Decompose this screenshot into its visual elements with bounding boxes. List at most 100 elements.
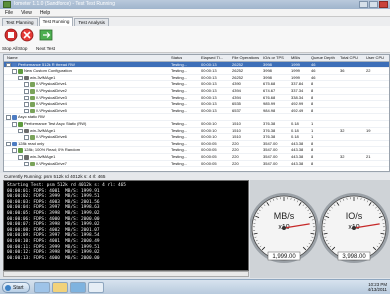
column-header[interactable]: User CPU bbox=[366, 55, 384, 62]
cell-ops: 220 bbox=[232, 154, 239, 159]
cell-elapsed: 00:00:05 bbox=[201, 147, 217, 153]
column-header[interactable]: Total CPU bbox=[340, 55, 358, 62]
cell-tcpu: 32 bbox=[340, 154, 345, 159]
table-row[interactable]: Performance Test Asyc Static (RW) Testing… bbox=[4, 121, 389, 128]
cell-status: Testing... bbox=[171, 74, 188, 80]
table-row[interactable]: \\.\PhysicalDrive3 Testing... 00:00:13 4394… bbox=[4, 95, 389, 102]
cell-ops: 4394 bbox=[232, 88, 241, 93]
column-header[interactable]: Status bbox=[171, 55, 182, 62]
system-clock[interactable]: 10:23 PM 4/13/2011 bbox=[368, 282, 387, 292]
cell-mbs: 492.49 bbox=[291, 107, 304, 113]
cell-ops bbox=[232, 114, 262, 121]
table-row[interactable]: \\.\PhysicalDrive6 Testing... 00:00:10 1510… bbox=[4, 134, 389, 141]
row-checkbox[interactable] bbox=[6, 141, 11, 147]
table-row[interactable]: \\.\PhysicalDrive7 Testing... 00:00:05 220 3… bbox=[4, 161, 389, 168]
taskbar-app-icon[interactable] bbox=[70, 282, 86, 293]
next-test-button[interactable] bbox=[38, 27, 54, 44]
row-checkbox[interactable] bbox=[12, 148, 17, 153]
row-checkbox[interactable] bbox=[24, 135, 29, 140]
row-checkbox[interactable] bbox=[24, 161, 29, 167]
taskbar-iometer-icon[interactable] bbox=[88, 282, 104, 293]
console-scrollbar[interactable] bbox=[3, 271, 249, 277]
stop-label: Stop bbox=[18, 46, 28, 51]
window-titlebar: Iometer 1.1.0 (Sandforce) - Test Test Ru… bbox=[0, 0, 390, 9]
table-row[interactable]: New Custom Configuration Testing... 00:00:… bbox=[4, 68, 389, 75]
table-row[interactable]: win-3vfMAge1 Testing... 00:00:05 220 3547.00… bbox=[4, 154, 389, 161]
cell-status: Testing... bbox=[171, 160, 188, 166]
table-row[interactable]: \\.\PhysicalDrive1 Testing... 00:00:13 4390… bbox=[4, 81, 389, 88]
stop-button[interactable] bbox=[20, 27, 34, 44]
row-checkbox[interactable] bbox=[18, 128, 23, 134]
cell-mbs: 1999 bbox=[291, 61, 300, 67]
tab-test-planning[interactable]: Test Planning bbox=[2, 18, 38, 26]
row-checkbox[interactable] bbox=[24, 82, 29, 87]
cell-status: Testing... bbox=[171, 154, 188, 159]
cell-qd: 8 bbox=[311, 101, 314, 107]
cell-name: 128k; 100% Read; 0% Random bbox=[24, 147, 81, 153]
table-row[interactable]: 128k; 100% Read; 0% Random Testing... 00:0… bbox=[4, 147, 389, 154]
taskbar-explorer-icon[interactable] bbox=[52, 282, 68, 293]
cell-ucpu bbox=[366, 88, 388, 95]
row-checkbox[interactable] bbox=[18, 75, 23, 81]
taskbar-ie-icon[interactable] bbox=[34, 282, 50, 293]
gauge-hub bbox=[352, 226, 356, 230]
row-checkbox[interactable] bbox=[6, 62, 11, 68]
cell-status: Testing... bbox=[171, 147, 188, 153]
cell-iops: 984.98 bbox=[263, 107, 276, 113]
column-header[interactable]: IO/s or TPS bbox=[263, 55, 284, 62]
cell-qd: 46 bbox=[311, 74, 316, 80]
cell-tcpu bbox=[340, 62, 365, 69]
table-row[interactable]: Asyc static RW bbox=[4, 114, 389, 121]
cell-ucpu bbox=[366, 141, 388, 148]
column-header[interactable]: MB/s bbox=[291, 55, 300, 62]
console-line: 00:00:07: FDPS: 3998 MB/S: 1999.02 bbox=[7, 222, 100, 228]
table-row[interactable]: win-3vfMAge1 Testing... 00:00:13 26252 3998 1… bbox=[4, 75, 389, 82]
maximize-icon[interactable] bbox=[369, 1, 378, 8]
cell-mbs: 337.84 bbox=[291, 81, 304, 87]
column-header[interactable]: Name bbox=[7, 55, 18, 62]
cell-tcpu bbox=[340, 101, 365, 108]
menu-bar: File View Help bbox=[0, 9, 390, 17]
node-icon bbox=[24, 128, 29, 134]
row-checkbox[interactable] bbox=[6, 115, 11, 120]
cell-iops: 3998 bbox=[263, 74, 272, 80]
tab-test-analysis[interactable]: Test Analysis bbox=[74, 18, 109, 26]
minimize-icon[interactable] bbox=[359, 1, 368, 8]
cell-status: Testing... bbox=[171, 127, 188, 133]
menu-help[interactable]: Help bbox=[40, 10, 50, 16]
close-icon[interactable] bbox=[379, 1, 388, 8]
table-row[interactable]: Performance 512k R thread RW Testing... 00… bbox=[4, 61, 389, 69]
row-checkbox[interactable] bbox=[12, 69, 17, 74]
table-row[interactable]: 128k read only Testing... 00:00:05 220 3547.… bbox=[4, 141, 389, 148]
cell-elapsed: 00:00:13 bbox=[201, 107, 217, 113]
column-header[interactable]: Elapsed Ti... bbox=[201, 55, 223, 62]
node-icon bbox=[30, 135, 35, 140]
cell-mbs: 492.99 bbox=[291, 101, 304, 107]
row-checkbox[interactable] bbox=[24, 102, 29, 107]
table-row[interactable]: \\.\PhysicalDrive4 Testing... 00:00:13 6535… bbox=[4, 101, 389, 108]
node-icon bbox=[30, 89, 35, 94]
table-row[interactable]: \\.\PhysicalDrive2 Testing... 00:00:13 4394… bbox=[4, 88, 389, 95]
console-line: 00:00:13: FDPS: 4000 MB/S: 2000.00 bbox=[7, 255, 100, 261]
node-icon bbox=[18, 122, 23, 127]
row-checkbox[interactable] bbox=[24, 89, 29, 94]
stop-all-button[interactable] bbox=[4, 27, 18, 44]
menu-file[interactable]: File bbox=[5, 10, 13, 16]
start-button[interactable]: Start bbox=[2, 282, 30, 293]
row-checkbox[interactable] bbox=[24, 95, 29, 101]
cell-ops: 26252 bbox=[232, 68, 244, 74]
table-row[interactable]: win-3vfMAge1 Testing... 00:00:10 1510 376.38… bbox=[4, 128, 389, 135]
row-checkbox[interactable] bbox=[24, 108, 29, 114]
column-header[interactable]: Queue Depth bbox=[311, 55, 335, 62]
stop-all-icon bbox=[4, 28, 18, 42]
cell-elapsed bbox=[201, 114, 231, 121]
cell-qd: 8 bbox=[311, 94, 314, 100]
tab-test-running[interactable]: Test Running bbox=[38, 17, 74, 26]
row-checkbox[interactable] bbox=[18, 155, 23, 160]
row-checkbox[interactable] bbox=[12, 122, 17, 127]
menu-view[interactable]: View bbox=[21, 10, 32, 16]
table-row[interactable]: \\.\PhysicalDrive5 Testing... 00:00:13 6537… bbox=[4, 108, 389, 115]
cell-ucpu bbox=[366, 134, 388, 141]
column-header[interactable]: File Operations bbox=[232, 55, 259, 62]
cell-ucpu bbox=[366, 121, 388, 128]
